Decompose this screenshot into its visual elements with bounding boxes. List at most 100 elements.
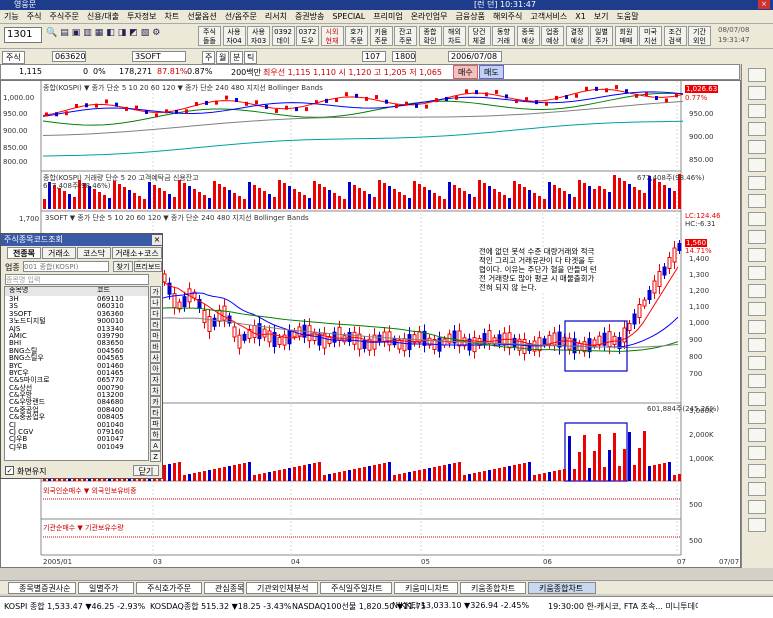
taskbar-window[interactable]: 키움미니차트 (394, 582, 458, 594)
menu-item[interactable]: SPECIAL (328, 10, 369, 24)
drawing-tool-icon[interactable] (748, 428, 766, 442)
taskbar-window[interactable]: 주식호가주문 (136, 582, 202, 594)
menu-item[interactable]: X1 (571, 10, 590, 24)
period-minute[interactable]: 분 (230, 51, 244, 64)
drawing-tool-icon[interactable] (748, 230, 766, 244)
toolbar-button[interactable]: 시외 현재 (320, 26, 344, 46)
toolbar-button[interactable]: 미국 지선 (639, 26, 662, 46)
close-icon[interactable]: × (758, 0, 770, 9)
index-button[interactable]: 라 (150, 319, 161, 330)
search-input[interactable]: 종목명 입력 (5, 274, 149, 285)
tab-all[interactable]: 전종목 (7, 247, 41, 259)
menu-item[interactable]: 리서치 (261, 10, 291, 24)
toolbar-button[interactable]: 업종 예상 (541, 26, 564, 46)
tab-kosdaq[interactable]: 코스닥 (77, 247, 111, 259)
index-button[interactable]: 차 (150, 385, 161, 396)
menu-item[interactable]: 온라인업무 (407, 10, 452, 24)
toolbar-button[interactable]: 결정 예상 (565, 26, 589, 46)
index-button[interactable]: 아 (150, 363, 161, 374)
index-button[interactable]: 하 (150, 429, 161, 440)
keep-screen-checkbox[interactable]: ✓ (5, 466, 14, 475)
drawing-tool-icon[interactable] (748, 302, 766, 316)
date-input[interactable]: 2006/07/08 (448, 51, 502, 62)
taskbar-window[interactable]: 주식일주일차트 (320, 582, 392, 594)
menu-item[interactable]: 차트 (161, 10, 184, 24)
drawing-tool-icon[interactable] (748, 68, 766, 82)
drawing-tool-icon[interactable] (748, 482, 766, 496)
index-button[interactable]: 타 (150, 407, 161, 418)
index-button[interactable]: 마 (150, 330, 161, 341)
menu-item[interactable]: 주식주문 (45, 10, 82, 24)
screen-number-input[interactable]: 1301 (4, 27, 42, 43)
drawing-tool-icon[interactable] (748, 356, 766, 370)
toolbar-button[interactable]: 주식 돌돌 (198, 26, 221, 46)
menu-item[interactable]: 도움말 (613, 10, 643, 24)
period-tick[interactable]: 틱 (244, 51, 258, 64)
drawing-tool-icon[interactable] (748, 284, 766, 298)
menu-item[interactable]: 증권방송 (291, 10, 328, 24)
toolbar-button[interactable]: 조건 검색 (663, 26, 687, 46)
index-button[interactable]: 카 (150, 396, 161, 407)
drawing-tool-icon[interactable] (748, 122, 766, 136)
menu-item[interactable]: 보기 (590, 10, 613, 24)
menu-item[interactable]: 기능 (0, 10, 23, 24)
drawing-tool-icon[interactable] (748, 338, 766, 352)
drawing-tool-icon[interactable] (748, 86, 766, 100)
index-button[interactable]: 가 (150, 286, 161, 297)
toolbar-button[interactable]: 키움 주문 (369, 26, 393, 46)
drawing-tool-icon[interactable] (748, 320, 766, 334)
toolbar-button[interactable]: 당건 체결 (467, 26, 491, 46)
taskbar-window[interactable]: 종목별증권사순 (8, 582, 76, 594)
list-item[interactable]: 3노드디지털 900010 (5, 317, 148, 325)
dialog-close-button[interactable]: 닫기 (133, 465, 159, 476)
index-button[interactable]: 자 (150, 374, 161, 385)
drawing-tool-icon[interactable] (748, 140, 766, 154)
buy-button[interactable]: 매수 (453, 65, 478, 79)
drawing-tool-icon[interactable] (748, 266, 766, 280)
tab-kospi[interactable]: 거래소 (42, 247, 76, 259)
dialog-close-icon[interactable]: × (152, 235, 162, 245)
index-button[interactable]: 바 (150, 341, 161, 352)
toolbar-button[interactable]: 사용 자03 (247, 26, 270, 46)
toolbar-button[interactable]: 해외 차트 (443, 26, 466, 46)
total-input[interactable]: 1800 (392, 51, 416, 62)
taskbar-window[interactable]: 관심종목 (204, 582, 244, 594)
taskbar-window[interactable]: 키움종합차트 (528, 582, 596, 594)
find-button[interactable]: 찾기 (113, 261, 133, 272)
menu-item[interactable]: 주식 (23, 10, 46, 24)
stock-code-list[interactable]: 종목명 코드 3H 069110 3S 060310 3SOFT 036360 3노드디지털 90… (4, 286, 149, 461)
index-button[interactable]: 다 (150, 308, 161, 319)
list-item[interactable]: AMIC 039790 (5, 332, 148, 340)
index-button[interactable]: 나 (150, 297, 161, 308)
index-button[interactable]: 사 (150, 352, 161, 363)
menu-item[interactable]: 해외주식 (489, 10, 526, 24)
toolbar-button[interactable]: 종목 예상 (516, 26, 540, 46)
toolbar-button[interactable]: 0372 도우 (296, 26, 319, 46)
menu-item[interactable]: 고객서비스 (526, 10, 571, 24)
toolbar-button[interactable]: 사용 자04 (222, 26, 246, 46)
period-month[interactable]: 월 (216, 51, 230, 64)
menu-item[interactable]: 선물옵션 (183, 10, 220, 24)
drawing-tool-icon[interactable] (748, 392, 766, 406)
index-button[interactable]: Z (150, 451, 161, 462)
drawing-tool-icon[interactable] (748, 446, 766, 460)
drawing-tool-icon[interactable] (748, 158, 766, 172)
taskbar-window[interactable]: 일별주가 (78, 582, 134, 594)
list-item[interactable]: CJ우B 001049 (5, 443, 148, 451)
taskbar-window[interactable]: 키움종합차트 (460, 582, 526, 594)
toolbar-button[interactable]: 기간 외인 (688, 26, 711, 46)
menu-item[interactable]: 금융상품 (452, 10, 489, 24)
market-select[interactable]: 001 종합(KOSPI) (23, 261, 109, 272)
toolbar-button[interactable]: 종합 확인 (418, 26, 442, 46)
drawing-tool-icon[interactable] (748, 104, 766, 118)
list-item[interactable]: C&중공업우 008405 (5, 413, 148, 421)
market-select[interactable]: 주식 (2, 51, 25, 64)
period-week[interactable]: 주 (202, 51, 216, 64)
drawing-tool-icon[interactable] (748, 212, 766, 226)
toolbar-button[interactable]: 일별 주가 (590, 26, 613, 46)
menu-item[interactable]: 프리미엄 (369, 10, 406, 24)
drawing-tool-icon[interactable] (748, 374, 766, 388)
drawing-tool-icon[interactable] (748, 518, 766, 532)
drawing-tool-icon[interactable] (748, 248, 766, 262)
list-item[interactable]: BNG스틸우 004565 (5, 354, 148, 362)
